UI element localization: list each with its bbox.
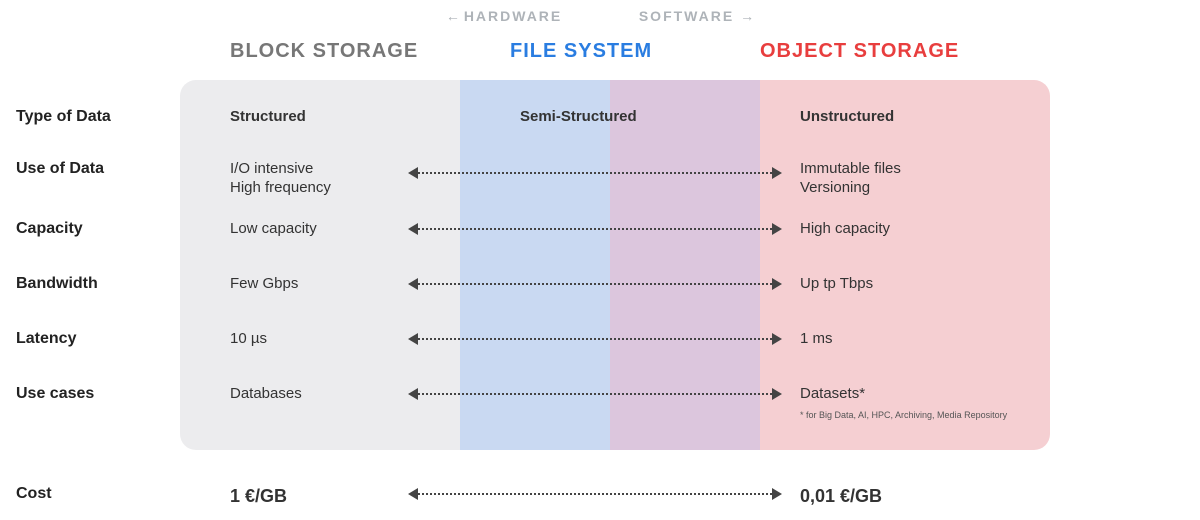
- spectrum-arrow-latency: [410, 338, 780, 340]
- usecases-left: Databases: [230, 385, 302, 404]
- use-right: Immutable files Versioning: [800, 160, 901, 198]
- bandwidth-left: Few Gbps: [230, 275, 298, 294]
- row-label-cost: Cost: [16, 485, 52, 503]
- usecases-right: Datasets*: [800, 385, 865, 404]
- row-label-bandwidth: Bandwidth: [16, 275, 98, 293]
- arrow-right-icon: →: [740, 8, 754, 24]
- type-right: Unstructured: [800, 108, 894, 127]
- row-label-use: Use of Data: [16, 160, 104, 178]
- header-file-system: FILE SYSTEM: [510, 40, 652, 63]
- latency-right: 1 ms: [800, 330, 833, 349]
- software-label: SOFTWARE: [639, 8, 734, 24]
- arrow-left-icon: ←: [446, 8, 464, 24]
- use-left: I/O intensive High frequency: [230, 160, 331, 198]
- spectrum-arrow-bandwidth: [410, 283, 780, 285]
- capacity-right: High capacity: [800, 220, 890, 239]
- row-label-usecases: Use cases: [16, 385, 94, 403]
- spectrum-arrow-capacity: [410, 228, 780, 230]
- spectrum-arrow-cost: [410, 493, 780, 495]
- row-label-latency: Latency: [16, 330, 76, 348]
- row-label-capacity: Capacity: [16, 220, 83, 238]
- spectrum-arrow-usecases: [410, 393, 780, 395]
- spectrum-arrow-use: [410, 172, 780, 174]
- type-left: Structured: [230, 108, 306, 127]
- row-label-type: Type of Data: [16, 108, 111, 126]
- capacity-left: Low capacity: [230, 220, 317, 239]
- latency-left: 10 µs: [230, 330, 267, 349]
- diagram-stage: { "top": { "hardware": "HARDWARE", "soft…: [0, 0, 1200, 520]
- cost-right: 0,01 €/GB: [800, 485, 882, 508]
- usecases-footnote: * for Big Data, AI, HPC, Archiving, Medi…: [800, 410, 1007, 420]
- type-mid: Semi-Structured: [520, 108, 637, 127]
- spacer: [568, 8, 633, 24]
- top-axis: ← HARDWARE SOFTWARE →: [0, 8, 1200, 24]
- hardware-label: HARDWARE: [464, 8, 562, 24]
- cost-left: 1 €/GB: [230, 485, 287, 508]
- header-object-storage: OBJECT STORAGE: [760, 40, 959, 63]
- bandwidth-right: Up tp Tbps: [800, 275, 873, 294]
- header-block-storage: BLOCK STORAGE: [230, 40, 418, 63]
